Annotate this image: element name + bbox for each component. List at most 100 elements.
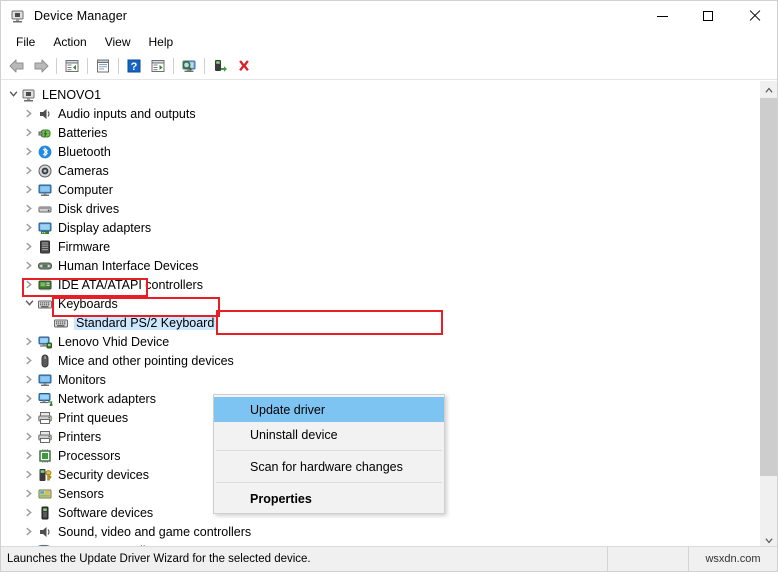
tree-item-label: Processors bbox=[58, 448, 121, 463]
help-button[interactable]: ? bbox=[122, 55, 146, 77]
minimize-button[interactable] bbox=[639, 1, 685, 31]
window-controls bbox=[639, 1, 777, 31]
tree-item-label: Computer bbox=[58, 182, 113, 197]
tree-item-label: Print queues bbox=[58, 410, 129, 425]
tree-item[interactable]: Firmware bbox=[1, 237, 760, 256]
tree-item[interactable]: Standard PS/2 Keyboard bbox=[1, 313, 760, 332]
context-menu-item-update-driver[interactable]: Update driver bbox=[214, 397, 444, 422]
device-tree-panel: LENOVO1 Audio inputs and outputs Batteries… bbox=[1, 80, 777, 549]
menu-view[interactable]: View bbox=[96, 33, 140, 51]
chevron-right-icon[interactable] bbox=[21, 391, 37, 407]
disk-drive-icon bbox=[37, 201, 53, 217]
status-bar: Launches the Update Driver Wizard for th… bbox=[1, 546, 777, 571]
maximize-icon bbox=[703, 11, 713, 21]
chevron-right-icon[interactable] bbox=[21, 467, 37, 483]
uninstall-device-button[interactable] bbox=[232, 55, 256, 77]
software-device-icon bbox=[37, 505, 53, 521]
context-menu-item-properties[interactable]: Properties bbox=[214, 486, 444, 511]
menu-action[interactable]: Action bbox=[44, 33, 95, 51]
chevron-right-icon[interactable] bbox=[21, 163, 37, 179]
context-menu-separator bbox=[216, 450, 442, 451]
keyboard-icon bbox=[37, 296, 53, 312]
tree-item[interactable]: Computer bbox=[1, 180, 760, 199]
chevron-right-icon[interactable] bbox=[21, 524, 37, 540]
speaker-icon bbox=[37, 106, 53, 122]
chevron-right-icon[interactable] bbox=[21, 220, 37, 236]
chevron-right-icon[interactable] bbox=[21, 448, 37, 464]
tree-item[interactable]: Bluetooth bbox=[1, 142, 760, 161]
scan-hardware-changes-button[interactable] bbox=[177, 55, 201, 77]
tree-item-label: Mice and other pointing devices bbox=[58, 353, 234, 368]
toolbar: ? bbox=[1, 53, 777, 80]
context-menu[interactable]: Update driver Uninstall device Scan for … bbox=[213, 394, 445, 514]
tree-item[interactable]: Mice and other pointing devices bbox=[1, 351, 760, 370]
chevron-right-icon[interactable] bbox=[21, 486, 37, 502]
enable-device-button[interactable] bbox=[208, 55, 232, 77]
status-pane-secondary bbox=[608, 547, 689, 571]
tree-item[interactable]: Monitors bbox=[1, 370, 760, 389]
camera-icon bbox=[37, 163, 53, 179]
close-button[interactable] bbox=[731, 1, 777, 31]
tree-item-label: Cameras bbox=[58, 163, 109, 178]
chevron-right-icon[interactable] bbox=[21, 429, 37, 445]
vertical-scrollbar[interactable] bbox=[759, 81, 777, 549]
chevron-right-icon[interactable] bbox=[21, 277, 37, 293]
tree-item-label: Lenovo Vhid Device bbox=[58, 334, 170, 349]
update-driver-button[interactable] bbox=[146, 55, 170, 77]
tree-item[interactable]: Keyboards bbox=[1, 294, 760, 313]
tree-item[interactable]: Cameras bbox=[1, 161, 760, 180]
tree-item[interactable]: Batteries bbox=[1, 123, 760, 142]
chevron-right-icon[interactable] bbox=[21, 144, 37, 160]
status-message: Launches the Update Driver Wizard for th… bbox=[1, 547, 608, 571]
chevron-right-icon[interactable] bbox=[21, 334, 37, 350]
scrollbar-thumb[interactable] bbox=[760, 98, 777, 476]
scroll-up-button[interactable] bbox=[760, 81, 777, 98]
back-button[interactable] bbox=[5, 55, 29, 77]
chevron-right-icon[interactable] bbox=[21, 372, 37, 388]
chevron-right-icon[interactable] bbox=[21, 239, 37, 255]
chevron-right-icon[interactable] bbox=[21, 258, 37, 274]
chevron-right-icon[interactable] bbox=[21, 106, 37, 122]
toolbar-separator bbox=[118, 58, 119, 74]
chevron-down-icon[interactable] bbox=[21, 296, 37, 312]
chevron-right-icon[interactable] bbox=[21, 125, 37, 141]
chevron-right-icon[interactable] bbox=[21, 182, 37, 198]
tree-item[interactable]: Lenovo Vhid Device bbox=[1, 332, 760, 351]
menu-file[interactable]: File bbox=[7, 33, 44, 51]
tree-item-label: Standard PS/2 Keyboard bbox=[74, 315, 219, 330]
properties-button[interactable] bbox=[91, 55, 115, 77]
tree-item[interactable]: Audio inputs and outputs bbox=[1, 104, 760, 123]
context-menu-item-scan-for-hardware-changes[interactable]: Scan for hardware changes bbox=[214, 454, 444, 479]
tree-item[interactable]: Sound, video and game controllers bbox=[1, 522, 760, 541]
minimize-icon bbox=[656, 15, 668, 17]
tree-item-label: Network adapters bbox=[58, 391, 156, 406]
chevron-right-icon[interactable] bbox=[21, 201, 37, 217]
tree-item[interactable]: IDE ATA/ATAPI controllers bbox=[1, 275, 760, 294]
svg-text:?: ? bbox=[131, 61, 138, 73]
device-manager-window: Device Manager File Action View Help ? L… bbox=[0, 0, 778, 572]
tree-item[interactable]: Disk drives bbox=[1, 199, 760, 218]
tree-item-label: Human Interface Devices bbox=[58, 258, 199, 273]
title-bar: Device Manager bbox=[1, 1, 777, 31]
menu-help[interactable]: Help bbox=[140, 33, 183, 51]
maximize-button[interactable] bbox=[685, 1, 731, 31]
forward-button[interactable] bbox=[29, 55, 53, 77]
tree-item-label: Keyboards bbox=[58, 296, 118, 311]
chevron-down-icon[interactable] bbox=[5, 87, 21, 103]
show-hide-console-tree-button[interactable] bbox=[60, 55, 84, 77]
context-menu-item-uninstall-device[interactable]: Uninstall device bbox=[214, 422, 444, 447]
chevron-right-icon[interactable] bbox=[21, 353, 37, 369]
chevron-right-icon[interactable] bbox=[21, 505, 37, 521]
chevron-right-icon[interactable] bbox=[21, 410, 37, 426]
device-manager-icon bbox=[10, 8, 26, 24]
tree-root-item[interactable]: LENOVO1 bbox=[1, 85, 760, 104]
tree-item[interactable]: Display adapters bbox=[1, 218, 760, 237]
tree-item-label: Batteries bbox=[58, 125, 108, 140]
tree-item-label: Printers bbox=[58, 429, 102, 444]
battery-icon bbox=[37, 125, 53, 141]
sensor-icon bbox=[37, 486, 53, 502]
context-menu-separator bbox=[216, 482, 442, 483]
monitor-icon bbox=[37, 182, 53, 198]
tree-item[interactable]: Human Interface Devices bbox=[1, 256, 760, 275]
hid-icon bbox=[37, 258, 53, 274]
